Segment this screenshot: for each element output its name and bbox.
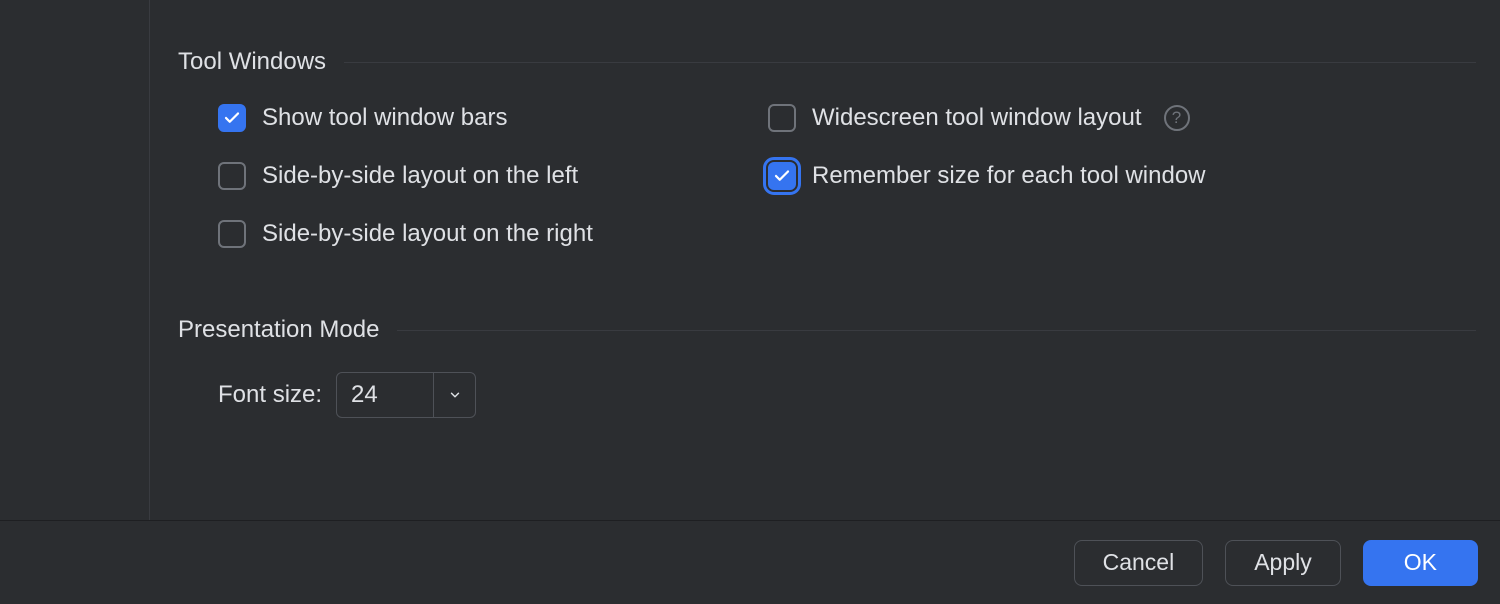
font-size-dropdown-button[interactable] [433,373,475,417]
cancel-button[interactable]: Cancel [1074,540,1204,586]
settings-content: Tool Windows Show tool window bars Wides… [178,48,1476,418]
section-header-presentation: Presentation Mode [178,316,1476,344]
section-title: Tool Windows [178,48,344,76]
checkbox-label: Side-by-side layout on the right [262,220,593,248]
checkmark-icon [223,109,241,127]
section-header-tool-windows: Tool Windows [178,48,1476,76]
apply-button[interactable]: Apply [1225,540,1341,586]
checkbox[interactable] [218,220,246,248]
font-size-combobox[interactable] [336,372,476,418]
tool-windows-options: Show tool window bars Widescreen tool wi… [178,104,1476,248]
ok-button[interactable]: OK [1363,540,1478,586]
divider [397,330,1476,331]
checkbox[interactable] [218,104,246,132]
section-title: Presentation Mode [178,316,397,344]
checkbox-label: Widescreen tool window layout [812,104,1142,132]
chevron-down-icon [448,388,462,402]
font-size-row: Font size: [178,372,1476,418]
font-size-input[interactable] [337,373,433,417]
checkbox-label: Remember size for each tool window [812,162,1206,190]
checkbox[interactable] [768,162,796,190]
option-show-tool-window-bars[interactable]: Show tool window bars [218,104,768,132]
divider [344,62,1476,63]
help-icon[interactable]: ? [1164,105,1190,131]
dialog-footer: Cancel Apply OK [0,520,1500,604]
checkbox[interactable] [218,162,246,190]
option-side-by-side-right[interactable]: Side-by-side layout on the right [218,220,768,248]
option-remember-size[interactable]: Remember size for each tool window [768,162,1476,190]
sidebar-panel [0,0,150,520]
font-size-label: Font size: [218,381,322,409]
checkbox[interactable] [768,104,796,132]
checkbox-label: Show tool window bars [262,104,507,132]
checkbox-label: Side-by-side layout on the left [262,162,578,190]
option-widescreen-layout[interactable]: Widescreen tool window layout ? [768,104,1476,132]
checkmark-icon [773,167,791,185]
option-side-by-side-left[interactable]: Side-by-side layout on the left [218,162,768,190]
